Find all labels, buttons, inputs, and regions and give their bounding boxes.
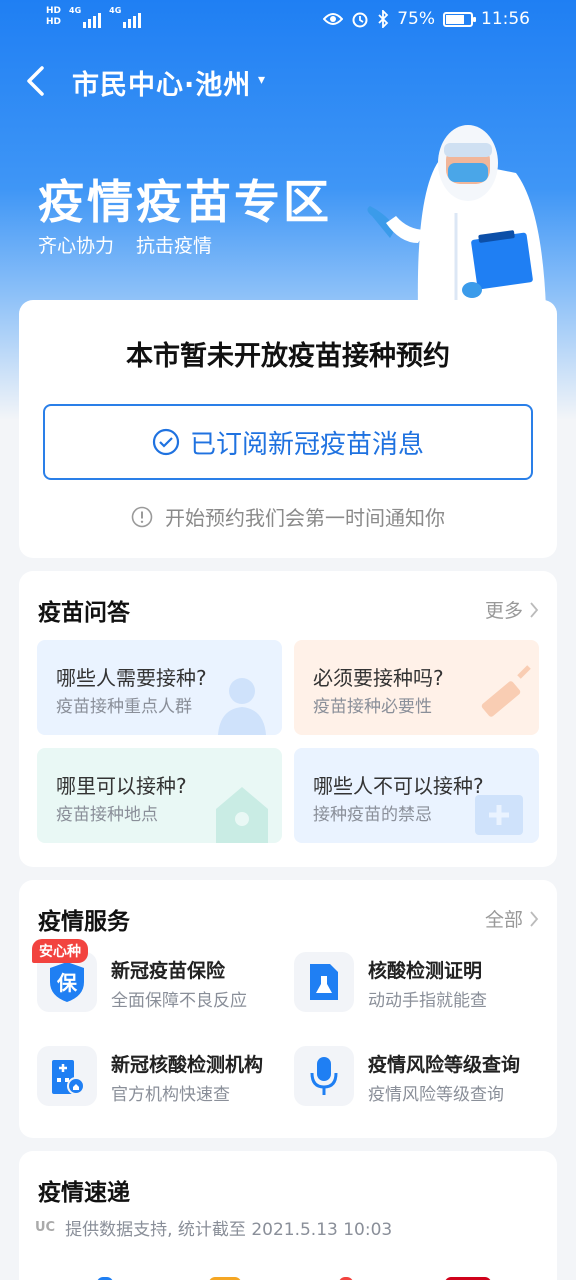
network-type-1: 4G xyxy=(69,6,82,15)
service-risk-level[interactable]: 疫情风险等级查询 疫情风险等级查询 xyxy=(294,1046,544,1110)
back-arrow-icon[interactable] xyxy=(22,64,50,98)
qa-more-link[interactable]: 更多 xyxy=(485,596,539,623)
insurance-icon-glyph: 保 xyxy=(56,971,78,995)
services-section-title: 疫情服务 xyxy=(38,909,130,935)
person-icon xyxy=(218,678,266,735)
hero-subtitle: 齐心协力 抗击疫情 xyxy=(38,235,213,257)
qa-item-must-vaccinate[interactable]: 必须要接种吗? 疫苗接种必要性 xyxy=(294,640,539,735)
qa-item-who-needs[interactable]: 哪些人需要接种? 疫苗接种重点人群 xyxy=(37,640,282,735)
dropdown-caret-icon[interactable]: ▾ xyxy=(258,72,265,88)
service-name: 新冠核酸检测机构 xyxy=(111,1054,264,1076)
service-desc: 动动手指就能查 xyxy=(368,991,487,1011)
qa-section-title: 疫苗问答 xyxy=(38,600,130,626)
qa-answer: 疫苗接种地点 xyxy=(56,805,158,825)
bluetooth-icon xyxy=(378,10,389,28)
qa-answer: 疫苗接种必要性 xyxy=(313,697,432,717)
battery-fill xyxy=(446,14,464,24)
service-nucleic-proof[interactable]: 核酸检测证明 动动手指就能查 xyxy=(294,952,544,1016)
city-selector[interactable]: 市民中心·池州 xyxy=(72,63,251,102)
status-icons: 75% 11:56 xyxy=(323,9,530,29)
service-desc: 疫情风险等级查询 xyxy=(368,1085,504,1105)
services-all-link[interactable]: 全部 xyxy=(485,905,539,932)
battery-icon xyxy=(443,11,476,27)
chevron-right-icon xyxy=(530,910,539,927)
vaccine-qa-card: 疫苗问答 更多 哪些人需要接种? 疫苗接种重点人群 必须要接种吗? 疫苗接种必要… xyxy=(19,571,557,867)
promo-badge: 安心种 xyxy=(32,939,88,963)
notice-text: 开始预约我们会第一时间通知你 xyxy=(165,506,445,530)
nav-bar: 市民中心·池州 ▾ xyxy=(0,58,576,104)
eye-icon xyxy=(323,13,344,25)
check-circle-icon xyxy=(152,428,180,456)
qa-item-where[interactable]: 哪里可以接种? 疫苗接种地点 xyxy=(37,748,282,843)
all-label: 全部 xyxy=(484,909,523,931)
qa-answer: 疫苗接种重点人群 xyxy=(56,697,192,717)
hospital-building-icon xyxy=(37,1046,97,1106)
more-label: 更多 xyxy=(484,600,523,622)
qa-item-who-cannot[interactable]: 哪些人不可以接种? 接种疫苗的禁忌 xyxy=(294,748,539,843)
news-section-title: 疫情速递 xyxy=(38,1180,130,1206)
hospital-icon xyxy=(216,787,268,843)
service-test-institutions[interactable]: 新冠核酸检测机构 官方机构快速查 xyxy=(37,1046,287,1110)
info-icon xyxy=(131,506,153,527)
stats-preview-partial xyxy=(97,1277,491,1280)
qa-question: 必须要接种吗? xyxy=(313,666,444,690)
syringe-icon xyxy=(481,665,531,717)
microphone-icon xyxy=(294,1046,354,1106)
services-card: 疫情服务 全部 保 新冠疫苗保险 全面保障不良反应 核酸检测证明 动动手指就能查… xyxy=(19,880,557,1138)
subscribe-button[interactable]: 已订阅新冠疫苗消息 xyxy=(43,404,533,480)
hd-indicator: HD HD xyxy=(46,6,61,28)
signal-icon: 4G xyxy=(69,6,102,28)
network-type-2: 4G xyxy=(109,6,122,15)
uc-logo-icon: UC xyxy=(35,1220,56,1235)
service-name: 疫情风险等级查询 xyxy=(368,1054,521,1076)
alarm-icon xyxy=(352,12,368,28)
booking-status-title: 本市暂未开放疫苗接种预约 xyxy=(126,341,450,372)
qa-answer: 接种疫苗的禁忌 xyxy=(313,805,432,825)
network-indicators: HD HD 4G 4G xyxy=(46,6,142,28)
chevron-right-icon xyxy=(530,601,539,618)
doctor-illustration xyxy=(367,125,546,308)
hd-label-top: HD xyxy=(46,6,62,16)
service-desc: 官方机构快速查 xyxy=(111,1085,230,1105)
qa-question: 哪里可以接种? xyxy=(56,774,187,798)
hero-title: 疫情疫苗专区 xyxy=(38,175,332,229)
signal-icon-2: 4G xyxy=(109,6,142,28)
news-card: 疫情速递 UC 提供数据支持, 统计截至 2021.5.13 10:03 xyxy=(19,1151,557,1280)
test-document-icon xyxy=(294,952,354,1012)
service-name: 新冠疫苗保险 xyxy=(111,960,226,982)
subscribe-label: 已订阅新冠疫苗消息 xyxy=(189,429,424,460)
service-name: 核酸检测证明 xyxy=(368,960,483,982)
qa-question: 哪些人需要接种? xyxy=(56,666,207,690)
medical-kit-icon xyxy=(475,795,523,835)
clock: 11:56 xyxy=(481,9,530,29)
service-desc: 全面保障不良反应 xyxy=(111,991,247,1011)
battery-percent: 75% xyxy=(397,9,435,29)
booking-card: 本市暂未开放疫苗接种预约 已订阅新冠疫苗消息 开始预约我们会第一时间通知你 xyxy=(19,300,557,558)
status-bar: HD HD 4G 4G 75% 11:56 xyxy=(0,0,576,42)
source-text: 提供数据支持, 统计截至 2021.5.13 10:03 xyxy=(65,1220,393,1240)
hd-label-bottom: HD xyxy=(46,17,62,27)
booking-notice: 开始预约我们会第一时间通知你 xyxy=(19,502,557,531)
data-source: UC 提供数据支持, 统计截至 2021.5.13 10:03 xyxy=(35,1215,392,1240)
